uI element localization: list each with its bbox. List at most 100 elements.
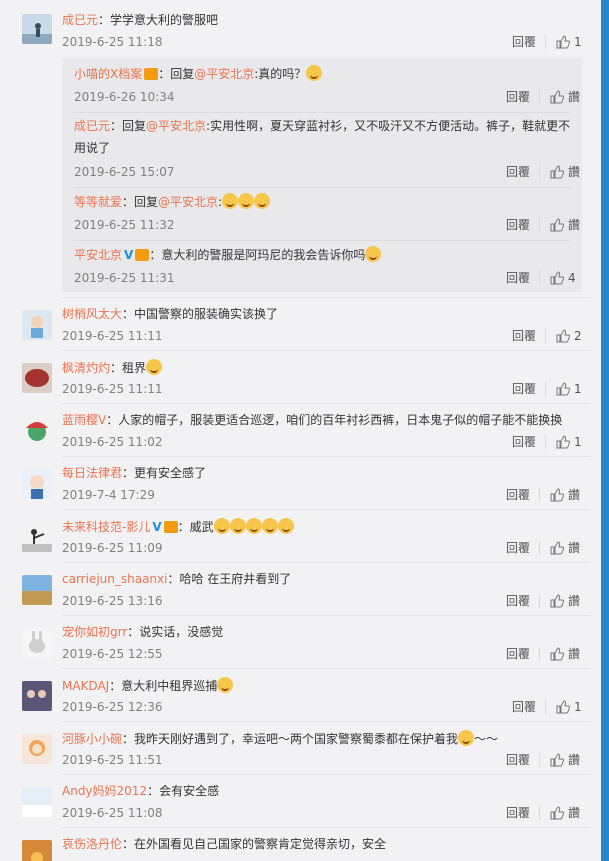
comment-username[interactable]: 河豚小小碗 (62, 732, 122, 746)
doge-emoji-icon (217, 677, 234, 693)
like-button[interactable]: 讚 (550, 646, 580, 662)
laugh-cry-emoji-icon (238, 193, 255, 209)
landscape-avatar[interactable] (22, 575, 52, 605)
thumbs-up-icon (556, 435, 570, 449)
comment-username[interactable]: 树梢风太大 (62, 307, 122, 321)
comment-time: 2019-6-25 11:11 (62, 382, 163, 396)
comment-time: 2019-6-25 12:55 (62, 647, 163, 661)
comment-line: 蓝雨樱V：人家的帽子，服装更适合巡逻，咱们的百年衬衫西裤，日本鬼子似的帽子能不能… (62, 412, 562, 428)
thumbs-up-icon (550, 806, 564, 820)
anime-girl-avatar[interactable] (22, 734, 52, 764)
comment-username[interactable]: 成已元 (62, 13, 98, 27)
sub-reply-username[interactable]: 成已元 (74, 119, 110, 133)
comment-username[interactable]: MAKDAJ (62, 679, 109, 693)
reply-button[interactable]: 回覆 (512, 381, 536, 397)
thumbs-up-icon (550, 165, 564, 179)
reply-button[interactable]: 回覆 (512, 34, 536, 50)
scrollbar-track[interactable] (601, 0, 609, 861)
reply-button[interactable]: 回覆 (506, 646, 530, 662)
doge-emoji-icon (146, 359, 163, 375)
comment-username[interactable]: Andy妈妈2012 (62, 784, 147, 798)
mention-link[interactable]: @平安北京 (146, 119, 206, 133)
cartoon-monster-avatar[interactable] (22, 416, 52, 446)
like-button[interactable]: 讚 (550, 89, 580, 105)
divider (74, 112, 570, 113)
reply-button[interactable]: 回覆 (506, 540, 530, 556)
comment-username[interactable]: 枫清灼灼 (62, 361, 110, 375)
pose-avatar[interactable] (22, 522, 52, 552)
bunny-avatar[interactable] (22, 628, 52, 658)
reply-button[interactable]: 回覆 (512, 699, 536, 715)
anime-avatar[interactable] (22, 310, 52, 340)
comment-username[interactable]: 蓝雨樱V (62, 413, 106, 427)
like-button[interactable]: 讚 (550, 593, 580, 609)
like-button[interactable]: 讚 (550, 540, 580, 556)
like-button[interactable]: 1 (556, 34, 582, 50)
reply-button[interactable]: 回覆 (506, 164, 530, 180)
like-count: 讚 (568, 541, 581, 555)
comment-line: 树梢风太大：中国警察的服装确实该换了 (62, 306, 278, 322)
like-button[interactable]: 2 (556, 328, 582, 344)
mention-link[interactable]: @平安北京 (158, 195, 218, 209)
like-count: 2 (574, 329, 582, 343)
action-divider (539, 218, 540, 232)
divider (62, 668, 591, 669)
reply-button[interactable]: 回覆 (512, 434, 536, 450)
group-photo-avatar[interactable] (22, 681, 52, 711)
like-button[interactable]: 讚 (550, 487, 580, 503)
sub-reply-prefix: ：回复 (158, 67, 195, 81)
reply-button[interactable]: 回覆 (512, 328, 536, 344)
comment-text: ：更有安全感了 (122, 466, 207, 480)
comment-username[interactable]: 宠你如初grr (62, 625, 127, 639)
like-button[interactable]: 4 (550, 270, 576, 286)
reply-button[interactable]: 回覆 (506, 487, 530, 503)
sub-reply-username[interactable]: 小喵的X档案 (74, 67, 142, 81)
comment-username[interactable]: 未来科技范-影儿 (62, 520, 150, 534)
sub-reply-username[interactable]: 平安北京 (74, 248, 122, 262)
sub-reply-username[interactable]: 等等就爱 (74, 195, 122, 209)
sub-reply-time: 2019-6-25 11:31 (74, 271, 175, 285)
sub-reply-box: 小喵的X档案 ：回复@平安北京:真的吗？ 2019-6-26 10:34 回覆 讚… (62, 58, 582, 292)
action-divider (545, 35, 546, 49)
divider (62, 350, 591, 351)
reply-button[interactable]: 回覆 (506, 805, 530, 821)
like-button[interactable]: 1 (556, 434, 582, 450)
action-divider (539, 753, 540, 767)
reply-button[interactable]: 回覆 (506, 752, 530, 768)
mention-link[interactable]: @平安北京 (194, 67, 254, 81)
like-button[interactable]: 讚 (550, 752, 580, 768)
reply-button[interactable]: 回覆 (506, 89, 530, 105)
divider (62, 562, 591, 563)
comment-text: ：会有安全感 (147, 784, 220, 798)
person-on-hill-avatar[interactable] (22, 14, 52, 44)
comment-panel: 成已元：学学意大利的警服吧 2019-6-25 11:18 回覆 1 小喵的X档… (0, 0, 601, 861)
comment-text: ：在外国看见自己国家的警察肯定觉得亲切，安全 (122, 837, 387, 851)
comment-username[interactable]: 每日法律君 (62, 466, 122, 480)
reply-button[interactable]: 回覆 (506, 217, 530, 233)
comment-time: 2019-6-25 13:16 (62, 594, 163, 608)
comment-username[interactable]: 哀伤洛丹伦 (62, 837, 122, 851)
like-button[interactable]: 讚 (550, 217, 580, 233)
member-badge-icon (135, 249, 150, 261)
like-button[interactable]: 1 (556, 381, 582, 397)
comment-line: 哀伤洛丹伦：在外国看见自己国家的警察肯定觉得亲切，安全 (62, 836, 386, 852)
comment-time: 2019-6-25 11:09 (62, 541, 163, 555)
sub-reply-line: 小喵的X档案 ：回复@平安北京:真的吗？ (74, 64, 574, 85)
reply-button[interactable]: 回覆 (506, 593, 530, 609)
like-button[interactable]: 讚 (550, 164, 580, 180)
comment-username[interactable]: carriejun_shaanxi (62, 572, 167, 586)
comment-time: 2019-6-25 11:02 (62, 435, 163, 449)
snow-avatar[interactable] (22, 787, 52, 817)
police-girl-avatar[interactable] (22, 469, 52, 499)
applause-emoji-icon (261, 518, 278, 534)
sunset-avatar[interactable] (22, 840, 52, 861)
like-count: 1 (574, 700, 582, 714)
like-button[interactable]: 讚 (550, 805, 580, 821)
reply-button[interactable]: 回覆 (506, 270, 530, 286)
laugh-cry-emoji-icon (254, 193, 271, 209)
like-button[interactable]: 1 (556, 699, 582, 715)
applause-emoji-icon (245, 518, 262, 534)
divider (74, 240, 570, 241)
red-cookie-avatar[interactable] (22, 363, 52, 393)
comment-text-after: ～～ (474, 732, 499, 746)
